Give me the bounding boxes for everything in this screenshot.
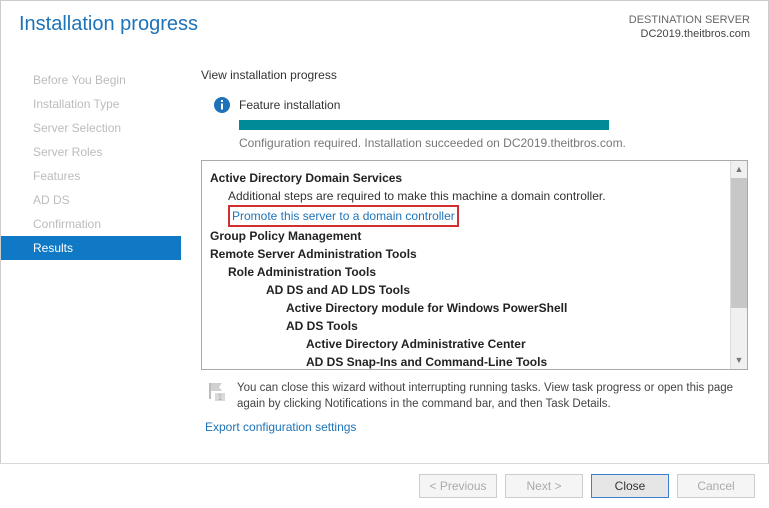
info-icon: [213, 96, 231, 114]
result-rsat: Remote Server Administration Tools: [210, 245, 727, 263]
result-adcenter: Active Directory Administrative Center: [210, 335, 727, 353]
footer-buttons: < Previous Next > Close Cancel: [0, 463, 769, 508]
sidebar-item-results: Results: [1, 236, 181, 260]
svg-text:1: 1: [218, 393, 223, 402]
sidebar-item-server-selection: Server Selection: [1, 116, 181, 140]
flag-icon: 1: [205, 380, 227, 402]
scroll-up-icon[interactable]: ▲: [731, 161, 747, 178]
result-adds-note: Additional steps are required to make th…: [210, 187, 727, 205]
result-adds-heading: Active Directory Domain Services: [210, 169, 727, 187]
results-scrollbar[interactable]: ▲ ▼: [730, 161, 747, 369]
scroll-thumb[interactable]: [731, 178, 747, 308]
sidebar-item-server-roles: Server Roles: [1, 140, 181, 164]
cancel-button: Cancel: [677, 474, 755, 498]
content-area: View installation progress Feature insta…: [181, 52, 768, 434]
page-title: Installation progress: [19, 13, 198, 36]
result-rat: Role Administration Tools: [210, 263, 727, 281]
close-button[interactable]: Close: [591, 474, 669, 498]
result-admodule: Active Directory module for Windows Powe…: [210, 299, 727, 317]
status-text: Configuration required. Installation suc…: [201, 136, 748, 150]
result-adsnapins: AD DS Snap-Ins and Command-Line Tools: [210, 353, 727, 370]
promote-dc-link[interactable]: Promote this server to a domain controll…: [232, 209, 455, 223]
sidebar-item-install-type: Installation Type: [1, 92, 181, 116]
result-gpm: Group Policy Management: [210, 227, 727, 245]
result-adlds: AD DS and AD LDS Tools: [210, 281, 727, 299]
close-wizard-note: You can close this wizard without interr…: [237, 380, 744, 412]
destination-value: DC2019.theitbros.com: [629, 27, 750, 41]
wizard-sidebar: Before You Begin Installation Type Serve…: [1, 52, 181, 434]
next-button: Next >: [505, 474, 583, 498]
sidebar-item-confirmation: Confirmation: [1, 212, 181, 236]
export-config-link[interactable]: Export configuration settings: [201, 416, 360, 434]
previous-button: < Previous: [419, 474, 497, 498]
destination-server: DESTINATION SERVER DC2019.theitbros.com: [629, 13, 750, 42]
destination-label: DESTINATION SERVER: [629, 13, 750, 27]
feature-install-label: Feature installation: [239, 98, 340, 112]
results-box: Active Directory Domain Services Additio…: [201, 160, 748, 370]
sidebar-item-before: Before You Begin: [1, 68, 181, 92]
sidebar-item-adds: AD DS: [1, 188, 181, 212]
sidebar-item-features: Features: [1, 164, 181, 188]
scroll-down-icon[interactable]: ▼: [731, 352, 747, 369]
promote-highlight: Promote this server to a domain controll…: [228, 205, 459, 227]
progress-bar: [239, 120, 609, 130]
result-adtools: AD DS Tools: [210, 317, 727, 335]
view-progress-title: View installation progress: [201, 68, 748, 82]
